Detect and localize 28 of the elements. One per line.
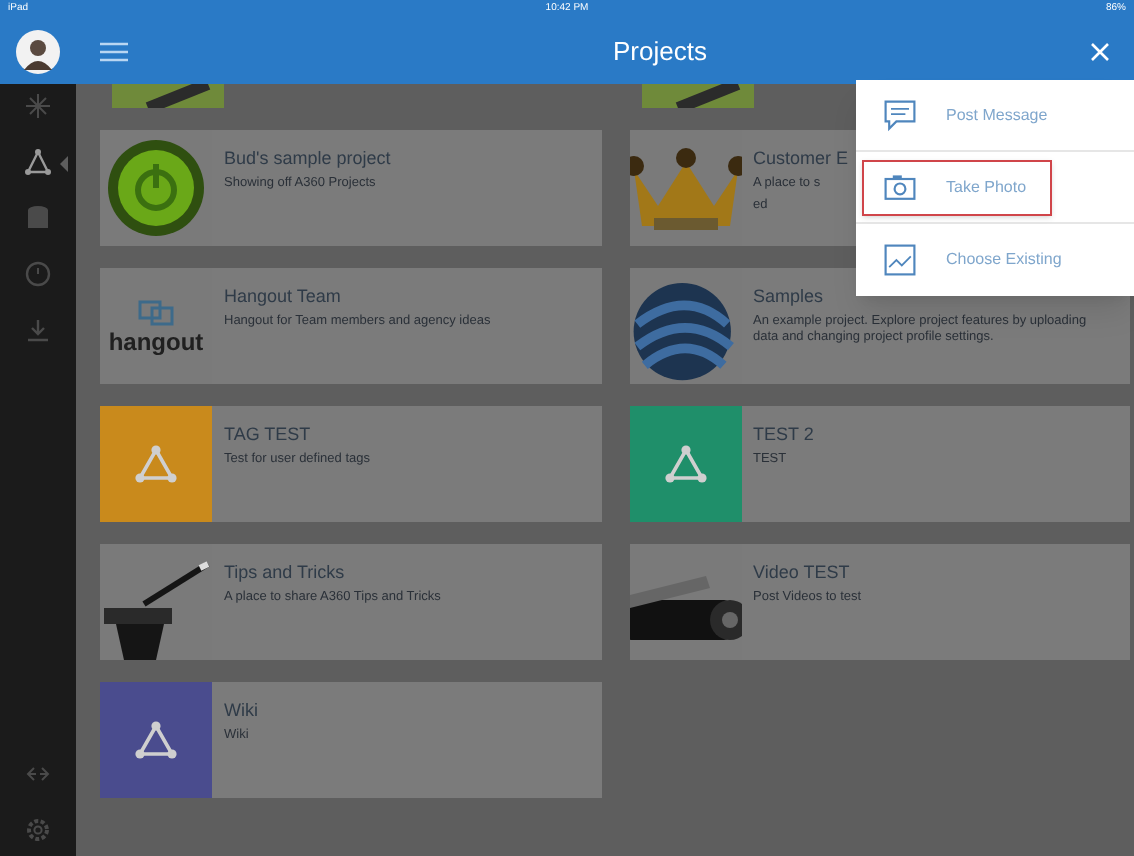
database-icon[interactable] [24, 204, 52, 232]
project-title: TAG TEST [224, 424, 313, 447]
project-title: Hangout Team [224, 286, 343, 309]
camera-icon [882, 169, 918, 205]
download-icon[interactable] [24, 316, 52, 344]
close-icon[interactable] [1090, 42, 1110, 62]
snowflake-icon[interactable] [24, 92, 52, 120]
avatar[interactable] [16, 30, 60, 74]
clock-icon[interactable] [24, 260, 52, 288]
menu-item[interactable]: Take Photo [862, 159, 1053, 215]
project-title: Wiki [224, 700, 258, 723]
project-title: Customer E [753, 148, 849, 171]
menu-icon[interactable] [100, 42, 128, 62]
project-title: Samples [753, 286, 826, 309]
image-icon [882, 242, 918, 278]
page-title: Projects [611, 34, 709, 71]
project-title: Bud's sample project [224, 148, 391, 171]
triangle-nodes-icon [132, 442, 180, 486]
project-title: TEST 2 [753, 424, 814, 447]
triangle-nodes-icon [661, 442, 709, 486]
gear-icon[interactable] [24, 816, 52, 844]
selection-pointer-icon [60, 156, 68, 172]
message-icon [882, 97, 918, 133]
triangle-nodes-icon[interactable] [24, 148, 52, 176]
project-title: Tips and Tricks [224, 562, 347, 585]
triangle-nodes-icon [132, 718, 180, 762]
project-title: Video TEST [753, 562, 852, 585]
menu-item[interactable]: Post Message [862, 87, 1074, 143]
